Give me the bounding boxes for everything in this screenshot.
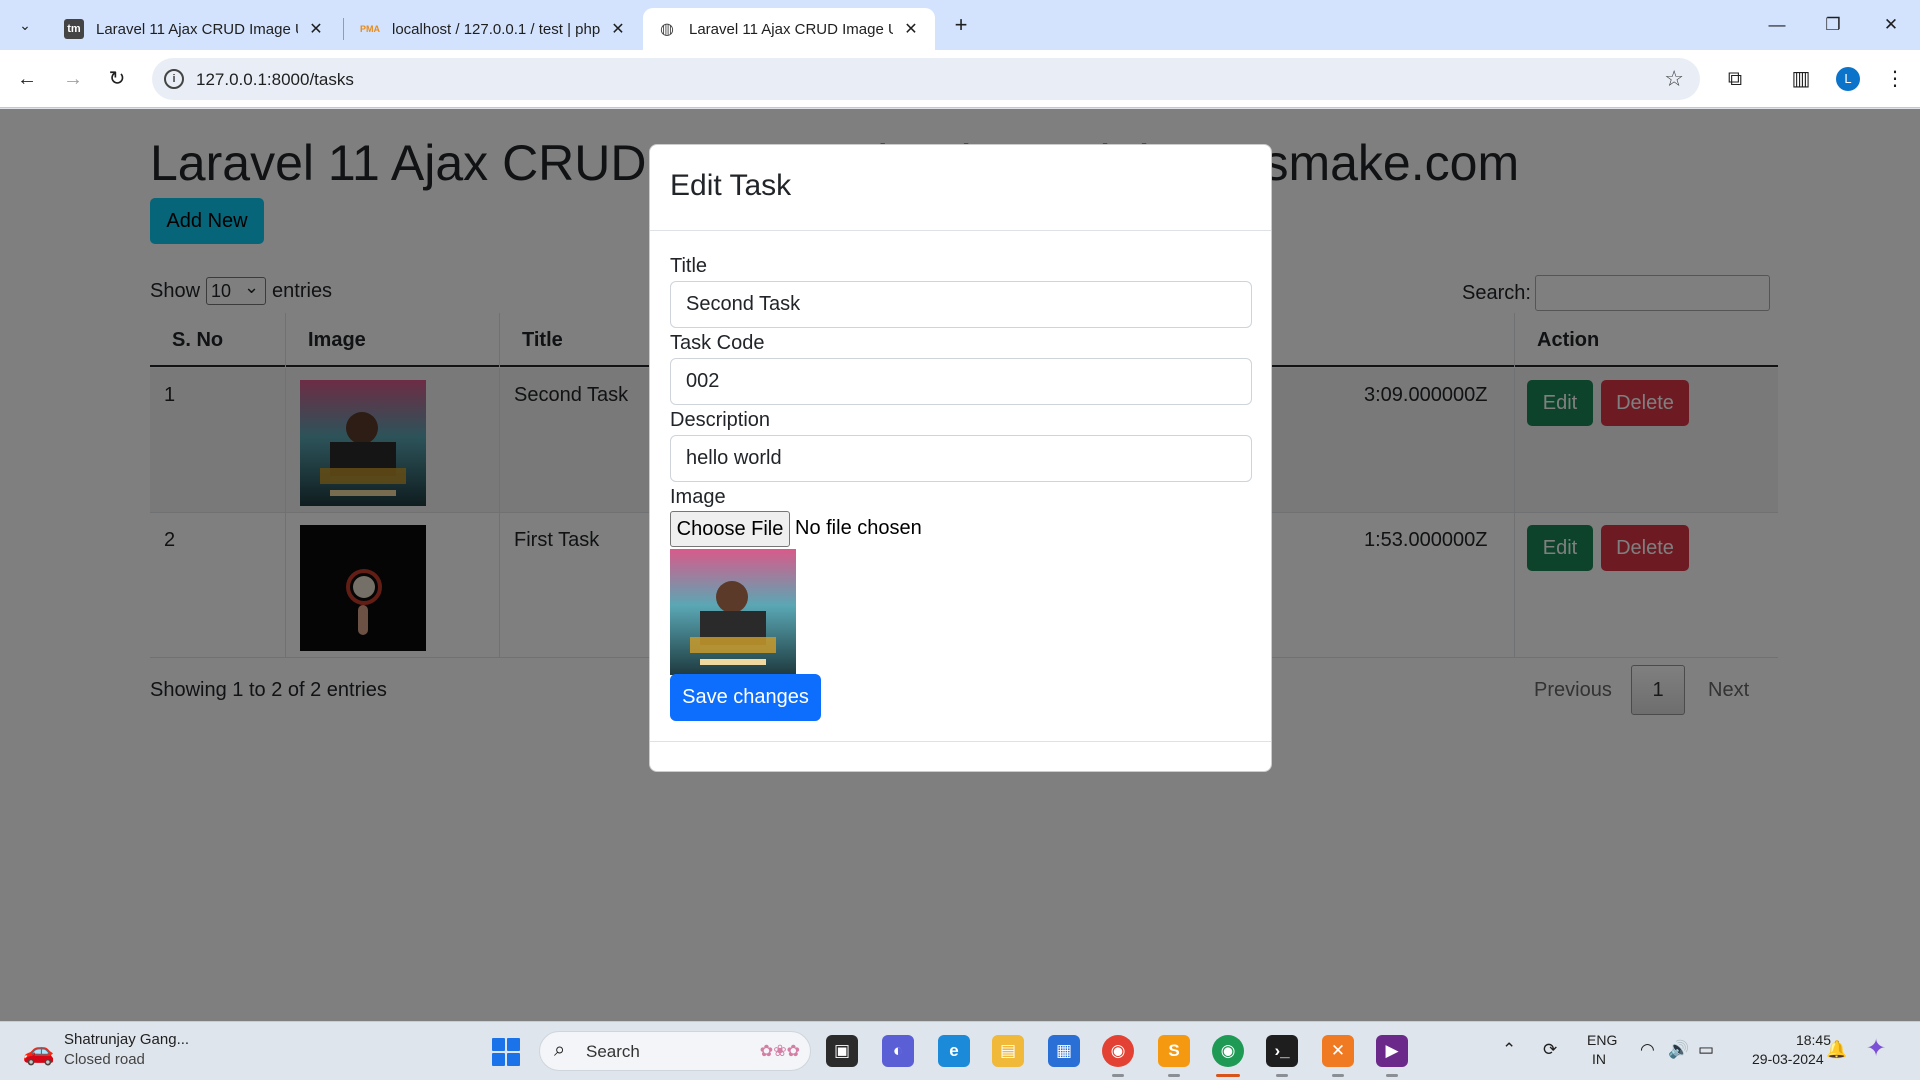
language-indicator[interactable]: ENG <box>1587 1032 1617 1048</box>
site-info-icon[interactable]: i <box>164 69 184 89</box>
running-indicator <box>1332 1074 1344 1077</box>
tab-phpmyadmin[interactable]: PMA localhost / 127.0.0.1 / test | php ✕ <box>346 8 642 50</box>
new-tab-plus-icon[interactable]: + <box>948 12 974 38</box>
microsoft-store-icon[interactable]: ▦ <box>1048 1035 1080 1067</box>
modal-footer <box>650 741 1271 771</box>
save-changes-button[interactable]: Save changes <box>670 674 821 721</box>
clock-date: 29-03-2024 <box>1752 1051 1824 1067</box>
file-explorer-icon[interactable]: ▤ <box>992 1035 1024 1067</box>
task-code-field-label: Task Code <box>670 332 765 354</box>
close-icon[interactable]: ✕ <box>901 19 921 39</box>
chevron-up-icon[interactable]: ⌃ <box>1502 1040 1516 1060</box>
taskbar-search-placeholder: Search <box>586 1042 640 1061</box>
close-icon[interactable]: ✕ <box>608 19 628 39</box>
image-field-label: Image <box>670 486 726 508</box>
search-icon: ⌕ <box>554 1039 566 1061</box>
running-indicator <box>1112 1074 1124 1077</box>
clock-time[interactable]: 18:45 <box>1763 1032 1831 1048</box>
minimize-icon[interactable]: — <box>1762 12 1792 38</box>
modal-header: Edit Task <box>650 145 1271 231</box>
search-highlight-flowers-icon: ✿❀✿ <box>759 1043 800 1060</box>
news-widget-title[interactable]: Shatrunjay Gang... <box>64 1031 189 1048</box>
wifi-icon[interactable]: ◠ <box>1640 1040 1655 1060</box>
tab-title: Laravel 11 Ajax CRUD Image Up <box>96 20 298 38</box>
window-close-icon[interactable]: ✕ <box>1876 12 1906 38</box>
battery-icon[interactable]: ▭ <box>1698 1040 1714 1060</box>
running-indicator <box>1168 1074 1180 1077</box>
profile-avatar[interactable]: L <box>1836 67 1860 91</box>
start-button-windows-icon[interactable] <box>492 1038 520 1066</box>
tab-laravel-1[interactable]: tm Laravel 11 Ajax CRUD Image Up ✕ <box>50 8 340 50</box>
volume-icon[interactable]: 🔊 <box>1668 1040 1689 1060</box>
copilot-icon[interactable]: ✦ <box>1866 1034 1886 1063</box>
chat-icon[interactable]: ◐ <box>882 1035 914 1067</box>
edge-browser-icon[interactable]: e <box>938 1035 970 1067</box>
video-editor-icon[interactable]: ▶ <box>1376 1035 1408 1067</box>
sublime-text-icon[interactable]: S <box>1158 1035 1190 1067</box>
chrome-profile-l-icon[interactable]: ◉ <box>1212 1035 1244 1067</box>
browser-tab-strip: ⌄ tm Laravel 11 Ajax CRUD Image Up ✕ PMA… <box>0 0 1920 50</box>
running-indicator <box>1276 1074 1288 1077</box>
extensions-puzzle-icon[interactable]: ⧉ <box>1720 64 1750 94</box>
modal-title: Edit Task <box>670 169 792 202</box>
xampp-icon[interactable]: ✕ <box>1322 1035 1354 1067</box>
chrome-profile-b-icon[interactable]: ◉ <box>1102 1035 1134 1067</box>
bookmark-star-icon[interactable]: ☆ <box>1664 66 1684 92</box>
task-view-icon[interactable]: ▣ <box>826 1035 858 1067</box>
description-field-label: Description <box>670 409 771 431</box>
tutsmake-favicon-icon: tm <box>64 19 84 39</box>
globe-icon: ◍ <box>660 21 674 38</box>
active-indicator <box>1216 1074 1240 1077</box>
side-panel-icon[interactable]: ▥ <box>1786 64 1816 94</box>
news-widget-subtitle: Closed road <box>64 1051 145 1068</box>
sync-icon[interactable]: ⟳ <box>1543 1040 1557 1060</box>
back-arrow-icon[interactable]: ← <box>12 64 42 94</box>
address-bar[interactable]: i 127.0.0.1:8000/tasks ☆ <box>152 58 1700 100</box>
url-text[interactable]: 127.0.0.1:8000/tasks <box>196 70 354 90</box>
reload-icon[interactable]: ↻ <box>102 64 132 94</box>
forward-arrow-icon[interactable]: → <box>58 64 88 94</box>
edit-task-modal: Edit Task Title Second Task Task Code 00… <box>649 144 1272 772</box>
description-input[interactable]: hello world <box>670 435 1252 482</box>
region-indicator: IN <box>1592 1051 1606 1067</box>
tab-title: localhost / 127.0.0.1 / test | php <box>392 20 600 38</box>
tab-separator <box>343 18 344 40</box>
traffic-alert-icon[interactable]: 🚗 <box>22 1034 56 1068</box>
phpmyadmin-favicon-icon: PMA <box>360 24 380 34</box>
title-input[interactable]: Second Task <box>670 281 1252 328</box>
restore-icon[interactable]: ❐ <box>1818 12 1848 38</box>
running-indicator <box>1386 1074 1398 1077</box>
close-icon[interactable]: ✕ <box>306 19 326 39</box>
task-code-input[interactable]: 002 <box>670 358 1252 405</box>
title-field-label: Title <box>670 255 708 277</box>
terminal-icon[interactable]: ›_ <box>1266 1035 1298 1067</box>
tab-laravel-active[interactable]: ◍ Laravel 11 Ajax CRUD Image Up ✕ <box>643 8 935 50</box>
choose-file-button[interactable]: Choose File <box>670 511 790 547</box>
notification-bell-icon[interactable]: 🔔 <box>1826 1040 1847 1060</box>
no-file-chosen-text: No file chosen <box>795 517 922 539</box>
taskbar-search-box[interactable]: ⌕ Search ✿❀✿ <box>539 1031 811 1071</box>
image-preview <box>670 549 796 675</box>
browser-toolbar: ← → ↻ i 127.0.0.1:8000/tasks ☆ ⧉ ▥ ⋮ <box>0 50 1920 108</box>
tab-title: Laravel 11 Ajax CRUD Image Up <box>689 20 893 38</box>
tab-search-chevron-icon[interactable]: ⌄ <box>12 12 38 38</box>
windows-taskbar: 🚗 Shatrunjay Gang... Closed road ⌕ Searc… <box>0 1021 1920 1080</box>
more-menu-icon[interactable]: ⋮ <box>1880 64 1910 94</box>
